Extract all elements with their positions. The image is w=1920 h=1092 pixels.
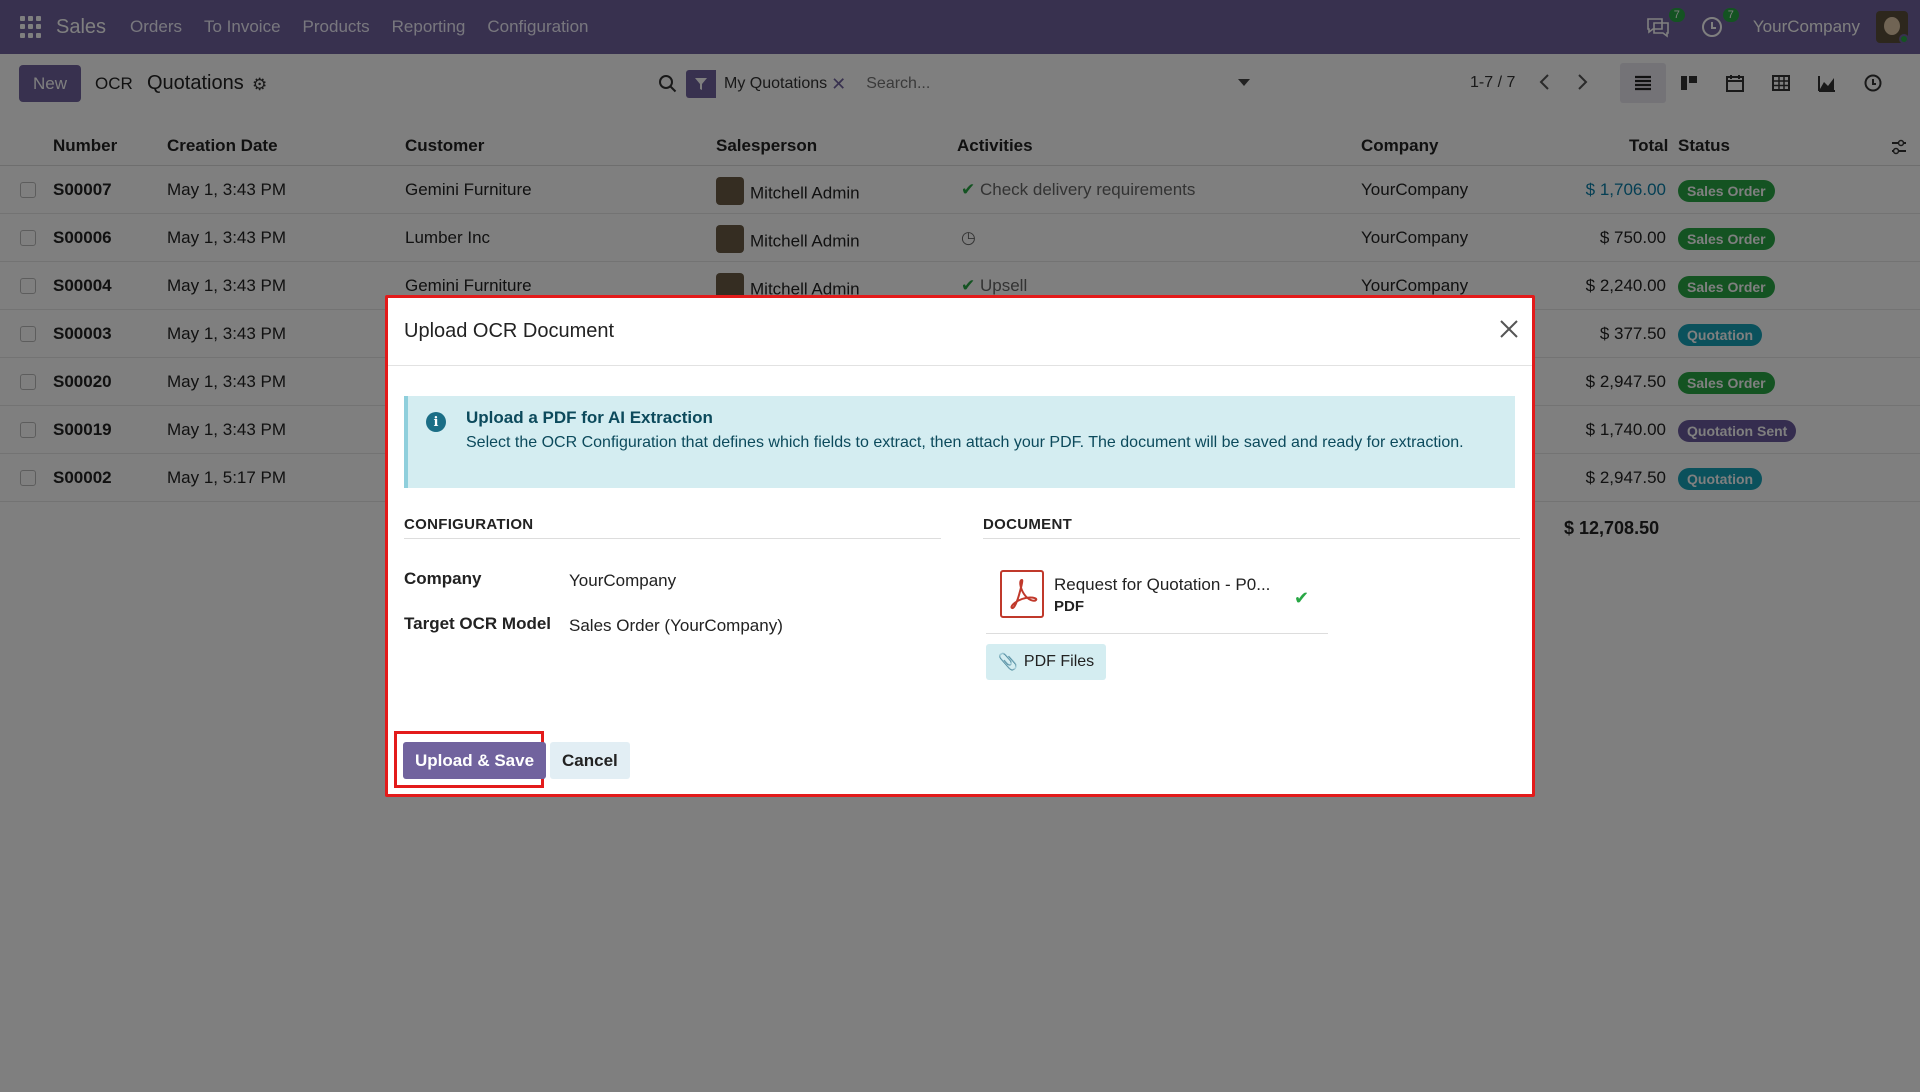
document-section-title: DOCUMENT [983,516,1073,533]
info-icon: i [426,412,446,432]
attachment-type: PDF [1054,598,1084,615]
attachment-name: Request for Quotation - P0... [1054,575,1271,594]
target-model-label: Target OCR Model [404,614,552,633]
pdf-files-label: PDF Files [1023,653,1095,670]
pdf-files-button[interactable]: 📎 PDF Files [986,644,1107,680]
divider [404,538,941,539]
target-model-field[interactable]: Sales Order (YourCompany) [569,616,783,636]
close-icon[interactable] [1498,318,1520,340]
upload-save-button[interactable]: Upload & Save [403,742,547,779]
alert-body: Select the OCR Configuration that define… [466,434,1464,451]
company-label: Company [404,569,482,588]
cancel-button[interactable]: Cancel [550,742,630,779]
info-alert: i Upload a PDF for AI Extraction Select … [404,396,1515,488]
configuration-section-title: CONFIGURATION [404,516,534,533]
paperclip-icon: 📎 [998,654,1018,671]
pdf-file-icon [1000,570,1044,618]
attachment-item[interactable]: Request for Quotation - P0... PDF ✔ [986,562,1328,634]
check-icon: ✔ [1294,588,1310,608]
dialog-header: Upload OCR Document [388,298,1532,366]
divider [983,538,1520,539]
company-field[interactable]: YourCompany [569,571,676,591]
alert-title: Upload a PDF for AI Extraction [466,408,713,427]
upload-ocr-dialog: Upload OCR Document i Upload a PDF for A… [385,295,1535,797]
dialog-title: Upload OCR Document [404,320,615,342]
